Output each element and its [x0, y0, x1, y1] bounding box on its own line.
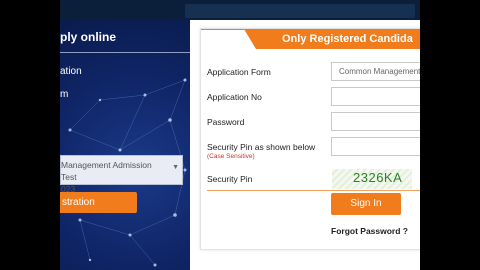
- login-card: Only Registered Candida Application Form…: [200, 28, 420, 250]
- title-divider: [60, 52, 190, 53]
- apply-online-title: ply online: [60, 30, 117, 44]
- security-pin-input[interactable]: [331, 137, 420, 156]
- captcha-text: 2326KA: [353, 170, 403, 185]
- exam-select-line1: Management Admission Test: [61, 160, 152, 182]
- left-link-1[interactable]: ation: [60, 66, 82, 77]
- password-input[interactable]: [331, 112, 420, 131]
- captcha-image: 2326KA: [332, 169, 412, 189]
- top-bar: [60, 0, 420, 20]
- security-pin-label: Security Pin: [207, 174, 253, 184]
- left-link-2[interactable]: m: [60, 89, 68, 100]
- application-form-label: Application Form: [207, 67, 271, 77]
- network-background: [68, 78, 187, 267]
- apply-online-panel: ply online ation m Management Admission …: [60, 20, 190, 270]
- registered-candidates-banner: Only Registered Candida: [244, 29, 420, 49]
- form-divider: [207, 190, 420, 191]
- exam-select[interactable]: Management Admission Test 023 ▼: [60, 155, 183, 194]
- top-bar-strip: [185, 4, 415, 18]
- case-sensitive-note: (Case Sensitive): [207, 153, 255, 160]
- registration-button[interactable]: stration: [60, 192, 137, 213]
- security-pin-shown-label: Security Pin as shown below: [207, 142, 316, 152]
- application-no-label: Application No: [207, 92, 262, 102]
- sign-in-button[interactable]: Sign In: [331, 193, 401, 215]
- forgot-password-link[interactable]: Forgot Password ?: [331, 226, 408, 236]
- application-form-select[interactable]: Common Management: [331, 62, 420, 81]
- browser-content: ply online ation m Management Admission …: [60, 0, 420, 270]
- application-no-input[interactable]: [331, 87, 420, 106]
- dropdown-arrow-icon: ▼: [172, 164, 179, 171]
- password-label: Password: [207, 117, 245, 127]
